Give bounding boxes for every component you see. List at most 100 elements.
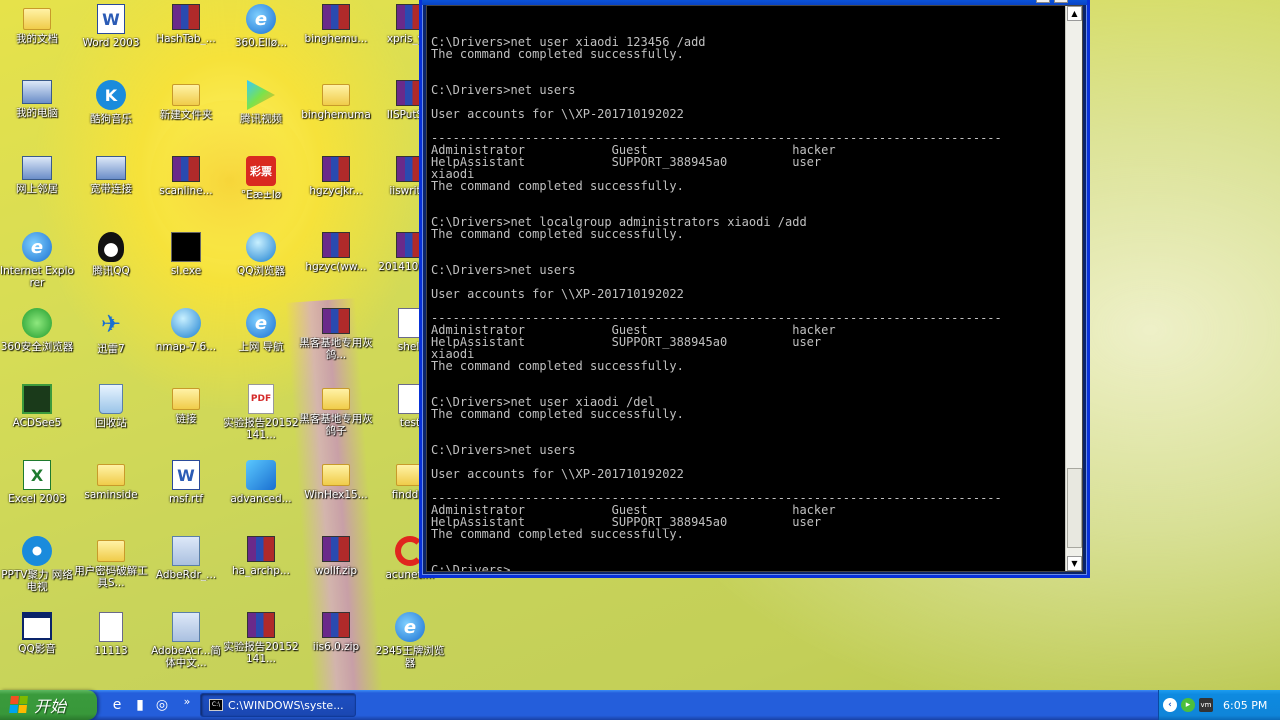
desktop-icon[interactable]: AdobeAcr...简体中文... <box>149 610 223 686</box>
desktop-icon-label: 我的文档 <box>16 33 58 45</box>
desktop-icon[interactable]: e 上网 导航 <box>224 306 298 382</box>
show-hidden-icon[interactable]: ‹ <box>1163 698 1177 712</box>
desktop-icon[interactable]: PDF 实验报告20152141... <box>223 382 299 458</box>
desktop-icon-label: Excel 2003 <box>8 493 66 505</box>
desktop-icon[interactable]: hgzycjkr... <box>299 154 373 230</box>
desktop-icon[interactable]: 用户密码破解工具S... <box>74 534 148 610</box>
desktop-icon[interactable]: 腾讯视频 <box>224 78 298 154</box>
desktop-icon[interactable]: scanline... <box>149 154 223 230</box>
desktop-icon[interactable]: 黑客基地专用灰鸽子 <box>299 382 373 458</box>
desktop-icon[interactable]: wollf.zip <box>299 534 373 610</box>
desktop-icon-label: 360安全浏览器 <box>0 341 74 353</box>
taskbar: 开始 e ▮ ◎ » C:\ C:\WINDOWS\syste... ‹ ▸ v… <box>0 690 1280 720</box>
minimize-button[interactable] <box>1036 0 1050 3</box>
desktop-icon[interactable]: advanced... <box>224 458 298 534</box>
ie-icon: e <box>246 4 276 34</box>
desktop-icon[interactable]: 黑客基地专用灰鸽... <box>299 306 373 382</box>
desktop-icon[interactable]: ✈ 迅雷7 <box>74 306 148 382</box>
thunder-icon: ✈ <box>100 310 122 338</box>
desktop-icon[interactable]: 实验报告20152141... <box>223 610 299 686</box>
taskbar-cmd-button[interactable]: C:\ C:\WINDOWS\syste... <box>200 693 356 717</box>
scroll-down-icon[interactable]: ▼ <box>1067 556 1082 571</box>
desktop-icon[interactable]: sl.exe <box>149 230 223 306</box>
maximize-button[interactable] <box>1054 0 1068 3</box>
winrar-archive-icon <box>172 4 200 30</box>
desktop-icon[interactable]: 腾讯QQ <box>74 230 148 306</box>
desktop-icon-label: AdobeAcr...简体中文... <box>151 645 221 669</box>
console-line: The command completed successfully. <box>431 359 684 373</box>
desktop-icon[interactable]: saminside <box>74 458 148 534</box>
document-icon <box>99 612 123 642</box>
desktop-icon[interactable]: e 360.Ellø... <box>224 2 298 78</box>
desktop-icon-label: 11113 <box>94 645 128 657</box>
desktop-icon-label: advanced... <box>230 493 292 505</box>
desktop-icon[interactable]: 新建文件夹 <box>149 78 223 154</box>
folder-icon <box>322 84 350 106</box>
desktop-icon[interactable]: e Internet Explorer <box>0 230 74 306</box>
network-icon[interactable]: ▸ <box>1181 698 1195 712</box>
console-line: User accounts for \\XP-201710192022 <box>431 287 684 301</box>
desktop-icon-label: 宽带连接 <box>90 183 132 195</box>
desktop-icon[interactable]: ha_archp... <box>224 534 298 610</box>
qq-icon <box>98 232 124 262</box>
excel-icon: X <box>23 460 51 490</box>
desktop-icon[interactable]: iis6.0.zip <box>299 610 373 686</box>
start-button[interactable]: 开始 <box>0 690 97 720</box>
desktop-icon[interactable]: nmap-7.6... <box>149 306 223 382</box>
ie-icon[interactable]: e <box>108 696 126 714</box>
desktop-icon-label: 2345王牌浏览器 <box>375 645 445 669</box>
desktop-icon[interactable]: WinHex15... <box>299 458 373 534</box>
desktop-icon[interactable]: e 2345王牌浏览器 <box>373 610 447 686</box>
desktop-icon[interactable]: 回收站 <box>74 382 148 458</box>
quick-launch-more[interactable]: » <box>178 692 196 710</box>
exe-icon <box>171 232 201 262</box>
desktop-icon-label: sl.exe <box>170 265 202 277</box>
folder-icon <box>97 464 125 486</box>
winrar-archive-icon <box>247 536 275 562</box>
qq-player-icon <box>22 612 52 640</box>
desktop-icon[interactable]: hgzyc(ww... <box>299 230 373 306</box>
desktop-icon[interactable]: ACDSee5 <box>0 382 74 458</box>
system-tray: ‹ ▸ vm 6:05 PM <box>1158 690 1280 720</box>
desktop-icon[interactable]: 彩票 °Eæ±lø <box>224 154 298 230</box>
desktop-icon[interactable]: 360安全浏览器 <box>0 306 74 382</box>
desktop-icon[interactable]: K 酷狗音乐 <box>74 78 148 154</box>
desktop-icon[interactable]: AdbeRdr_... <box>149 534 223 610</box>
desktop-icon[interactable]: Wmsf.rtf <box>149 458 223 534</box>
winrar-archive-icon <box>322 536 350 562</box>
console-line: User accounts for \\XP-201710192022 <box>431 107 684 121</box>
desktop-icon[interactable]: binghemuma <box>299 78 373 154</box>
desktop-icon[interactable]: binghemu... <box>299 2 373 78</box>
vmware-icon[interactable]: vm <box>1199 698 1213 712</box>
desktop-icon[interactable]: 我的文档 <box>0 2 74 78</box>
broadband-connection-icon <box>96 156 126 180</box>
desktop-icon[interactable]: W Word 2003 <box>74 2 148 78</box>
browser-icon[interactable]: ◎ <box>153 696 171 714</box>
desktop-icon[interactable]: 网上邻居 <box>0 154 74 230</box>
clock[interactable]: 6:05 PM <box>1223 699 1267 712</box>
desktop-icon[interactable]: 我的电脑 <box>0 78 74 154</box>
desktop-icon[interactable]: QQ影音 <box>0 610 74 686</box>
desktop-icon-label: 腾讯QQ <box>92 265 130 277</box>
desktop-icon-label: 黑客基地专用灰鸽... <box>299 337 373 361</box>
word-icon: W <box>97 4 125 34</box>
media-icon[interactable]: ▮ <box>131 696 149 714</box>
console-line: C:\Drivers>net users <box>431 443 576 457</box>
console-area[interactable]: C:\Drivers>net user xiaodi 123456 /add Th… <box>426 5 1083 572</box>
scroll-up-icon[interactable]: ▲ <box>1067 6 1082 21</box>
vertical-scrollbar[interactable]: ▲ ▼ <box>1065 6 1082 571</box>
desktop-icon[interactable]: HashTab_... <box>149 2 223 78</box>
desktop-icon[interactable]: 宽带连接 <box>74 154 148 230</box>
desktop-icon[interactable]: 11113 <box>74 610 148 686</box>
desktop-icon[interactable]: 链接 <box>149 382 223 458</box>
cmd-window[interactable]: C:\Drivers>net user xiaodi 123456 /add Th… <box>419 0 1090 578</box>
scrollbar-thumb[interactable] <box>1067 468 1082 548</box>
desktop-icon[interactable]: X Excel 2003 <box>0 458 74 534</box>
desktop-icon[interactable]: PPTV聚力 网络电视 <box>0 534 74 610</box>
tencent-video-icon <box>247 80 275 110</box>
console-line: User accounts for \\XP-201710192022 <box>431 467 684 481</box>
desktop-icon[interactable]: QQ浏览器 <box>224 230 298 306</box>
console-line: The command completed successfully. <box>431 527 684 541</box>
